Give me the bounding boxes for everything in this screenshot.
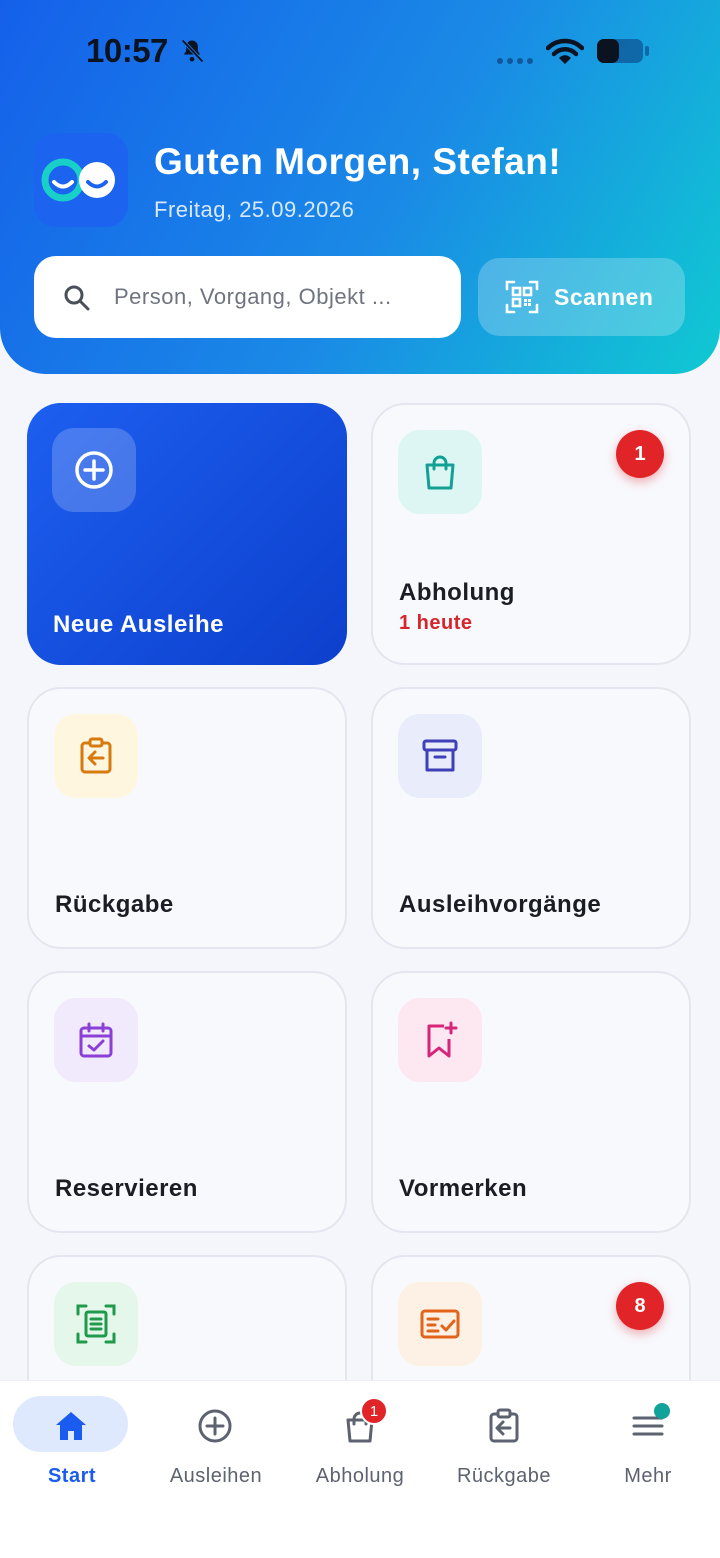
home-icon [56,1412,86,1440]
tile-abholung[interactable]: 1 Abholung 1 heute [371,403,691,665]
scan-label: Scannen [554,284,654,310]
notification-dot [654,1403,670,1419]
signal-icon [497,58,533,64]
qr-scan-icon [505,280,539,314]
nav-label: Rückgabe [456,1465,552,1487]
tile-reservieren[interactable]: Reservieren [27,971,347,1233]
tile-icon-bg [398,1282,482,1366]
clipboard-return-icon [489,1408,519,1443]
header: 10:57 Guten Morgen, Stefan! Freitag, 25.… [0,0,720,374]
tile-sublabel: 1 heute [399,612,473,634]
calendar-check-icon [79,1022,113,1058]
count-badge: 1 [616,430,664,478]
tile-icon-bg [54,714,138,798]
battery-icon [597,39,649,63]
wifi-icon [546,38,584,64]
search-input[interactable]: Person, Vorgang, Objekt ... [34,256,461,338]
search-icon [64,285,90,311]
status-bar: 10:57 [0,0,720,100]
nav-item-start[interactable]: Start [0,1381,144,1511]
tile-label: Ausleihvorgänge [399,891,602,918]
tile-label: Neue Ausleihe [53,611,224,638]
nav-item-mehr[interactable]: Mehr [576,1381,720,1511]
tile-icon-bg [398,714,482,798]
tile-icon-bg [54,1282,138,1366]
checklist-icon [420,1309,460,1339]
tile-label: Rückgabe [55,891,174,918]
plus-circle-icon [198,1409,232,1443]
document-scan-icon [76,1304,116,1344]
bookmark-plus-icon [427,1021,458,1058]
nav-label: Start [47,1465,97,1487]
count-badge: 8 [616,1282,664,1330]
bottom-navigation: Start Ausleihen 1 Abholung Rückgabe Mehr [0,1380,720,1558]
tile-label: Reservieren [55,1175,198,1202]
nav-count-badge: 1 [360,1397,388,1425]
nav-item-ausleihen[interactable]: Ausleihen [144,1381,288,1511]
shopping-bag-icon [425,455,455,490]
bell-muted-icon [181,39,204,63]
search-placeholder: Person, Vorgang, Objekt ... [114,284,392,309]
tile-ausleihvorgaenge[interactable]: Ausleihvorgänge [371,687,691,949]
nav-label: Abholung [315,1465,405,1487]
scan-button[interactable]: Scannen [478,258,685,336]
archive-box-icon [422,739,458,772]
nav-label: Ausleihen [169,1465,263,1487]
tile-icon-bg [398,998,482,1082]
nav-item-rueckgabe[interactable]: Rückgabe [432,1381,576,1511]
tile-icon-bg [52,428,136,512]
tile-icon-bg [398,430,482,514]
clipboard-return-icon [80,737,112,774]
tile-label: Vormerken [399,1175,528,1202]
app-logo [34,133,128,227]
plus-circle-icon [75,451,113,489]
status-time: 10:57 [86,32,168,69]
logo-icon [41,158,115,202]
greeting-title: Guten Morgen, Stefan! [154,141,562,182]
nav-label: Mehr [624,1465,672,1487]
tile-vormerken[interactable]: Vormerken [371,971,691,1233]
tile-rueckgabe[interactable]: Rückgabe [27,687,347,949]
nav-item-abholung[interactable]: 1 Abholung [288,1381,432,1511]
tile-neue-ausleihe[interactable]: Neue Ausleihe [27,403,347,665]
date-label: Freitag, 25.09.2026 [154,197,355,222]
tile-label: Abholung [399,579,515,606]
tile-icon-bg [54,998,138,1082]
